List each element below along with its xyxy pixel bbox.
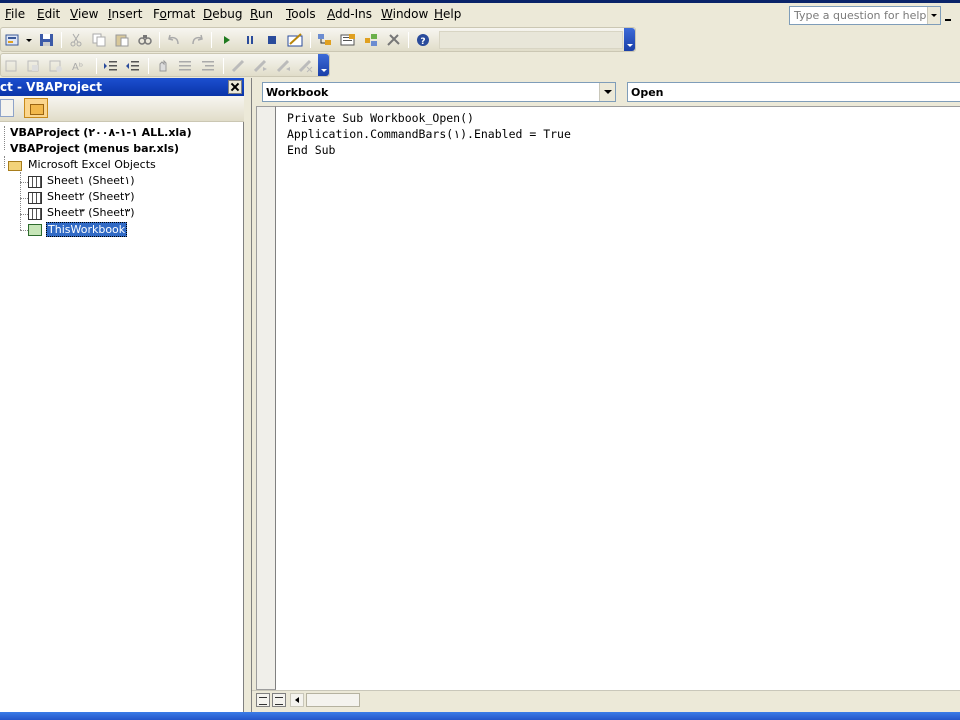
outdent-icon[interactable] (125, 59, 141, 73)
scrollbar-thumb[interactable] (306, 693, 360, 707)
paste-icon[interactable] (114, 33, 130, 47)
toggle-bookmark-icon[interactable] (231, 59, 247, 73)
quick-info-icon[interactable] (48, 59, 64, 73)
toolbar-separator (310, 32, 311, 48)
object-dropdown-value: Workbook (266, 86, 329, 99)
tree-node-sheet[interactable]: Sheet٢ (Sheet٢) (47, 190, 135, 203)
horizontal-scrollbar[interactable] (252, 690, 960, 708)
toolbar-position-field (439, 31, 623, 49)
edit-toolbar: Aᵇ (0, 53, 330, 77)
menu-add-ins[interactable]: Add-Ins (327, 7, 372, 21)
parameter-info-icon[interactable]: Aᵇ (71, 59, 87, 73)
menu-tools[interactable]: Tools (286, 7, 316, 21)
menu-debug[interactable]: Debug (203, 7, 242, 21)
toolbar-separator (61, 32, 62, 48)
help-icon[interactable]: ? (415, 33, 431, 47)
dropdown-icon[interactable] (25, 33, 33, 47)
project-explorer-pane: ct - VBAProject VBAProject (١-١-٢٠٠٨ ALL… (0, 78, 244, 712)
full-module-view-button[interactable] (272, 693, 286, 707)
close-icon[interactable] (228, 80, 242, 94)
toggle-folders-button[interactable] (24, 98, 48, 118)
worksheet-icon (28, 176, 42, 188)
folder-icon (8, 161, 22, 171)
workbook-icon (28, 224, 42, 236)
insert-module-icon[interactable] (5, 33, 23, 47)
minimize-icon[interactable] (944, 9, 954, 21)
toggle-breakpoint-icon[interactable] (155, 59, 171, 73)
menu-edit[interactable]: Edit (37, 7, 60, 21)
pane-splitter[interactable] (244, 78, 251, 712)
project-explorer-title: ct - VBAProject (0, 80, 102, 94)
tree-node-sheet[interactable]: Sheet١ (Sheet١) (47, 174, 135, 187)
properties-icon[interactable] (340, 33, 356, 47)
code-line: Application.CommandBars(١).Enabled = Tru… (287, 127, 571, 141)
list-constants-icon[interactable] (26, 59, 42, 73)
next-bookmark-icon[interactable] (253, 59, 269, 73)
tree-node-sheet[interactable]: Sheet٣ (Sheet٣) (47, 206, 135, 219)
uncomment-block-icon[interactable] (200, 59, 216, 73)
breakpoint-margin[interactable] (256, 106, 276, 690)
svg-text:Aᵇ: Aᵇ (72, 62, 83, 73)
tree-node-project[interactable]: VBAProject (menus bar.xls) (10, 142, 179, 155)
clear-bookmarks-icon[interactable] (298, 59, 314, 73)
menu-run[interactable]: Run (250, 7, 273, 21)
menu-view[interactable]: View (70, 7, 98, 21)
run-icon[interactable] (219, 33, 235, 47)
toolbar-separator (96, 58, 97, 74)
toolbar-separator (223, 58, 224, 74)
standard-toolbar: ? (0, 27, 636, 52)
break-icon[interactable] (242, 33, 258, 47)
menu-bar: File Edit View Insert Format Debug Run T… (0, 3, 960, 25)
ask-dropdown-button[interactable] (927, 7, 940, 24)
copy-icon[interactable] (91, 33, 107, 47)
toolbar-separator (211, 32, 212, 48)
indent-icon[interactable] (103, 59, 119, 73)
project-explorer-title-bar: ct - VBAProject (0, 78, 244, 96)
chevron-down-icon[interactable] (599, 83, 615, 101)
project-explorer-toolbar (0, 96, 244, 122)
undo-icon[interactable] (166, 33, 182, 47)
ask-question-box[interactable]: Type a question for help (789, 6, 941, 25)
design-mode-icon[interactable] (287, 33, 305, 47)
toolbar-options-chevron[interactable] (624, 28, 635, 51)
comment-block-icon[interactable] (177, 59, 193, 73)
taskbar (0, 712, 960, 720)
toolbar-options-chevron[interactable] (318, 54, 329, 76)
menu-format[interactable]: Format (153, 7, 195, 21)
menu-insert[interactable]: Insert (108, 7, 142, 21)
toolbar-separator (159, 32, 160, 48)
object-dropdown[interactable]: Workbook (262, 82, 616, 102)
svg-text:?: ? (420, 37, 425, 47)
tree-node-folder[interactable]: Microsoft Excel Objects (28, 158, 156, 171)
object-browser-icon[interactable] (363, 33, 379, 47)
toolbar-separator (148, 58, 149, 74)
tree-node-project[interactable]: VBAProject (١-١-٢٠٠٨ ALL.xla) (10, 126, 192, 139)
reset-icon[interactable] (264, 33, 280, 47)
procedure-dropdown-value: Open (631, 86, 664, 99)
code-line: End Sub (287, 143, 336, 157)
save-icon[interactable] (39, 33, 55, 47)
procedure-dropdown[interactable]: Open (627, 82, 960, 102)
find-icon[interactable] (137, 33, 153, 47)
toolbox-icon[interactable] (386, 33, 402, 47)
menu-file[interactable]: File (5, 7, 25, 21)
list-properties-icon[interactable] (4, 59, 20, 73)
cut-icon[interactable] (68, 33, 84, 47)
ask-question-placeholder: Type a question for help (794, 9, 927, 22)
menu-window[interactable]: Window (381, 7, 428, 21)
scroll-left-icon[interactable] (290, 693, 304, 707)
menu-help[interactable]: Help (434, 7, 461, 21)
code-window: Workbook Open Private Sub Workbook_Open(… (251, 78, 960, 712)
project-explorer-icon[interactable] (317, 33, 333, 47)
toolbar-separator (408, 32, 409, 48)
previous-bookmark-icon[interactable] (276, 59, 292, 73)
view-object-button[interactable] (0, 99, 14, 117)
tree-node-this-workbook[interactable]: ThisWorkbook (46, 222, 128, 237)
code-line: Private Sub Workbook_Open() (287, 111, 474, 125)
worksheet-icon (28, 208, 42, 220)
worksheet-icon (28, 192, 42, 204)
procedure-view-button[interactable] (256, 693, 270, 707)
redo-icon[interactable] (189, 33, 205, 47)
code-editor[interactable]: Private Sub Workbook_Open() Application.… (276, 106, 960, 690)
